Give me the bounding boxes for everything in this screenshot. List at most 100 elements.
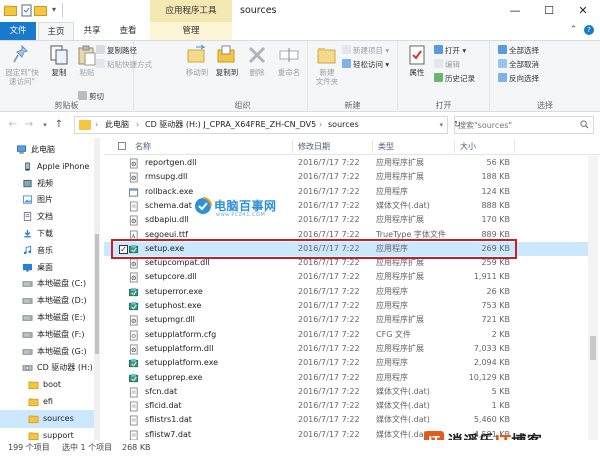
file-row[interactable]: setupplatform.dll 2016/7/17 7:22 应用程序扩展 7,0… bbox=[104, 342, 592, 356]
select-none-button[interactable]: 全部取消 bbox=[498, 59, 539, 71]
file-row[interactable]: setupcore.dll 2016/7/17 7:22 应用程序扩展 1,911 K… bbox=[104, 270, 592, 284]
file-row[interactable]: sdbapiu.dll 2016/7/17 7:22 应用程序扩展 170 KB bbox=[104, 213, 592, 227]
column-divider[interactable] bbox=[372, 140, 373, 153]
nav-item[interactable]: 桌面 bbox=[0, 259, 94, 277]
minimize-button[interactable]: — bbox=[498, 0, 532, 22]
back-arrow-icon[interactable]: ← bbox=[6, 118, 20, 132]
file-row[interactable]: setupmgr.dll 2016/7/17 7:22 应用程序扩展 721 KB bbox=[104, 313, 592, 327]
move-to-button[interactable]: 移动到 bbox=[180, 44, 214, 77]
nav-item[interactable]: Apple iPhone bbox=[0, 158, 94, 176]
forward-arrow-icon[interactable]: → bbox=[22, 118, 36, 132]
file-name: rollback.exe bbox=[145, 186, 194, 196]
nav-item[interactable]: 音乐 bbox=[0, 242, 94, 260]
breadcrumb-sources[interactable]: sources bbox=[328, 117, 359, 133]
column-header-name[interactable]: 名称 bbox=[135, 138, 151, 155]
scrollbar-thumb[interactable] bbox=[95, 234, 99, 354]
properties-icon[interactable] bbox=[20, 4, 33, 17]
new-item-button[interactable]: 新建项目 ▾ bbox=[342, 45, 389, 57]
tab-home[interactable]: 主页 bbox=[38, 22, 74, 40]
nav-item[interactable]: 本地磁盘 (G:) bbox=[0, 343, 94, 361]
nav-item[interactable]: 视频 bbox=[0, 175, 94, 193]
delete-button[interactable]: 删除 bbox=[242, 44, 272, 77]
column-header-type[interactable]: 类型 bbox=[378, 138, 394, 155]
tab-file[interactable]: 文件 bbox=[0, 22, 36, 40]
nav-item[interactable]: 本地磁盘 (F:) bbox=[0, 326, 94, 344]
pin-quick-access-button[interactable]: 固定到"快 速访问" bbox=[2, 44, 42, 86]
chevron-down-icon[interactable]: ▾ bbox=[439, 117, 443, 133]
rename-button[interactable]: 重命名 bbox=[272, 44, 306, 77]
address-path[interactable]: › 此电脑 › CD 驱动器 (H:) J_CPRA_X64FRE_ZH-CN_… bbox=[74, 116, 448, 134]
tab-view[interactable]: 查看 bbox=[110, 22, 146, 40]
breadcrumb-this-pc[interactable]: 此电脑 bbox=[105, 117, 129, 133]
search-input[interactable] bbox=[455, 117, 573, 133]
maximize-button[interactable]: ☐ bbox=[532, 0, 566, 22]
nav-item[interactable]: CD 驱动器 (H:) bbox=[0, 359, 94, 377]
nav-item[interactable]: sources bbox=[0, 409, 94, 428]
search-icon[interactable] bbox=[580, 120, 589, 129]
nav-item[interactable]: 图片 bbox=[0, 191, 94, 209]
file-row[interactable]: sflcid.dat 2016/7/17 7:22 媒体文件(.dat) 1 KB bbox=[104, 399, 592, 413]
nav-item-label: 下载 bbox=[37, 229, 53, 238]
tab-manage[interactable]: 管理 bbox=[150, 22, 232, 40]
file-row[interactable]: setuphost.exe 2016/7/17 7:22 应用程序 753 KB bbox=[104, 299, 592, 313]
nav-item[interactable]: efi bbox=[0, 393, 94, 411]
file-row[interactable]: setuperror.exe 2016/7/17 7:22 应用程序 26 KB bbox=[104, 285, 592, 299]
file-scrollbar[interactable] bbox=[588, 156, 598, 440]
close-button[interactable]: ✕ bbox=[566, 0, 600, 22]
new-folder-button[interactable]: 新建 文件夹 bbox=[310, 44, 344, 86]
file-row[interactable]: sfcn.dat 2016/7/17 7:22 媒体文件(.dat) 5 KB bbox=[104, 385, 592, 399]
properties-button[interactable]: 属性 bbox=[400, 44, 434, 77]
nav-item[interactable]: 下载 bbox=[0, 225, 94, 243]
new-folder-icon[interactable] bbox=[34, 4, 47, 17]
column-divider[interactable] bbox=[292, 140, 293, 153]
copy-path-icon bbox=[96, 45, 105, 54]
nav-item[interactable]: 本地磁盘 (C:) bbox=[0, 275, 94, 293]
select-all-button[interactable]: 全部选择 bbox=[498, 45, 539, 57]
nav-item-label: 本地磁盘 (C:) bbox=[37, 279, 87, 289]
customize-qat-icon[interactable]: ▾ bbox=[52, 5, 56, 14]
dll-icon bbox=[129, 215, 138, 226]
file-row[interactable]: rmsupg.dll 2016/7/17 7:22 应用程序扩展 188 KB bbox=[104, 170, 592, 184]
folder-icon[interactable] bbox=[4, 4, 17, 17]
search-box[interactable] bbox=[454, 116, 594, 134]
copy-to-button[interactable]: 复制到 bbox=[210, 44, 244, 77]
nav-item[interactable]: 此电脑 bbox=[0, 141, 94, 159]
file-row[interactable]: sflistrs1.dat 2016/7/17 7:22 媒体文件(.dat) 5,4… bbox=[104, 413, 592, 427]
help-icon[interactable]: ? bbox=[584, 25, 594, 35]
nav-scrollbar[interactable] bbox=[94, 138, 100, 440]
up-arrow-icon[interactable]: ↑ bbox=[52, 118, 66, 132]
tab-share[interactable]: 共享 bbox=[74, 22, 110, 40]
column-header-size[interactable]: 大小 bbox=[460, 138, 476, 155]
column-header-date[interactable]: 修改日期 bbox=[298, 138, 330, 155]
file-row[interactable]: schema.dat 2016/7/17 7:22 媒体文件(.dat) 888 KB bbox=[104, 199, 592, 213]
nav-item[interactable]: 本地磁盘 (E:) bbox=[0, 309, 94, 327]
column-divider[interactable] bbox=[454, 140, 455, 153]
file-row[interactable]: reportgen.dll 2016/7/17 7:22 应用程序扩展 56 KB bbox=[104, 156, 592, 170]
edit-button[interactable]: 编辑 bbox=[434, 59, 460, 71]
breadcrumb-cd-drive[interactable]: CD 驱动器 (H:) J_CPRA_X64FRE_ZH-CN_DV5 bbox=[145, 117, 316, 133]
open-button[interactable]: 打开 ▾ bbox=[434, 45, 466, 57]
scrollbar-thumb[interactable] bbox=[590, 336, 596, 360]
copy-button[interactable]: 复制 bbox=[42, 44, 76, 77]
nav-item-label: 音乐 bbox=[37, 245, 53, 255]
exe-icon bbox=[129, 188, 139, 197]
column-divider[interactable] bbox=[514, 140, 515, 153]
invert-selection-button[interactable]: 反向选择 bbox=[498, 73, 539, 85]
collapse-ribbon-icon[interactable]: ⌃ bbox=[570, 25, 578, 35]
paste-shortcut-button[interactable]: 粘贴快捷方式 bbox=[96, 59, 152, 71]
history-button[interactable]: 历史记录 bbox=[434, 73, 475, 85]
nav-item[interactable]: 本地磁盘 (D:) bbox=[0, 292, 94, 310]
status-bar: 199 个项目 选中 1 个项目 268 KB bbox=[0, 440, 600, 456]
file-row[interactable]: setupplatform.cfg 2016/7/17 7:22 CFG 文件 2 K… bbox=[104, 328, 592, 342]
file-row[interactable]: setupprep.exe 2016/7/17 7:22 应用程序 10,129 KB bbox=[104, 371, 592, 385]
copy-path-button[interactable]: 复制路径 bbox=[96, 45, 137, 57]
file-type: 应用程序 bbox=[376, 358, 408, 368]
nav-item[interactable]: 文档 bbox=[0, 208, 94, 226]
file-row[interactable]: rollback.exe 2016/7/17 7:22 应用程序 124 KB bbox=[104, 185, 592, 199]
recent-locations-icon[interactable]: ▾ bbox=[38, 118, 52, 132]
music-icon bbox=[23, 245, 32, 254]
nav-item[interactable]: boot bbox=[0, 376, 94, 394]
file-row[interactable]: setupplatform.exe 2016/7/17 7:22 应用程序 2,094… bbox=[104, 356, 592, 370]
select-all-checkbox[interactable] bbox=[118, 142, 126, 150]
easy-access-button[interactable]: 轻松访问 ▾ bbox=[342, 59, 389, 71]
